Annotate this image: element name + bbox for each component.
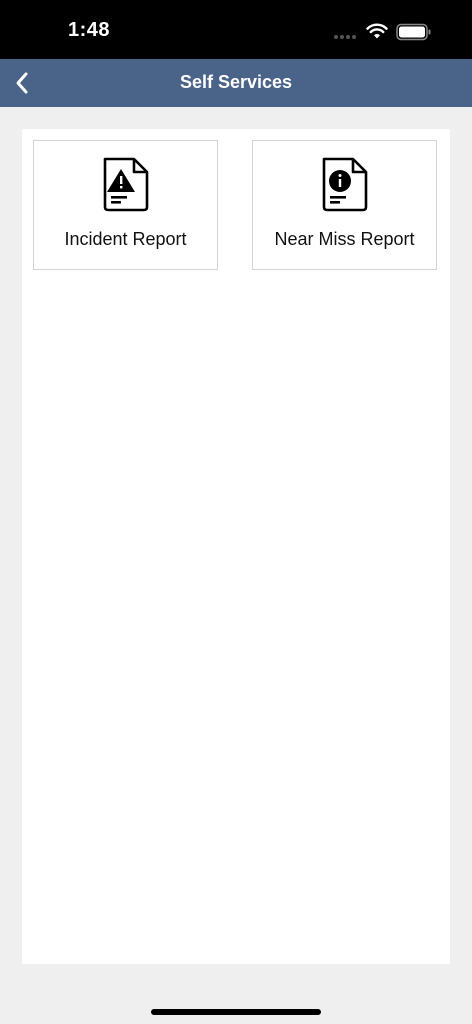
tile-label: Near Miss Report [274,229,415,249]
signal-dots-icon [334,35,356,39]
near-miss-report-tile[interactable]: Near Miss Report [252,140,437,270]
nav-bar: Self Services [0,59,472,107]
status-bar: 1:48 [0,0,472,59]
status-time: 1:48 [68,19,111,41]
battery-icon [396,23,431,41]
document-info-icon [322,157,367,212]
wifi-icon [366,23,388,39]
home-indicator[interactable] [151,1009,321,1015]
content-panel: Incident Report Near Miss Report [22,129,450,964]
incident-report-tile[interactable]: Incident Report [33,140,218,270]
page-title: Self Services [179,72,293,92]
tile-label: Incident Report [64,229,187,249]
document-warning-icon [103,157,148,212]
